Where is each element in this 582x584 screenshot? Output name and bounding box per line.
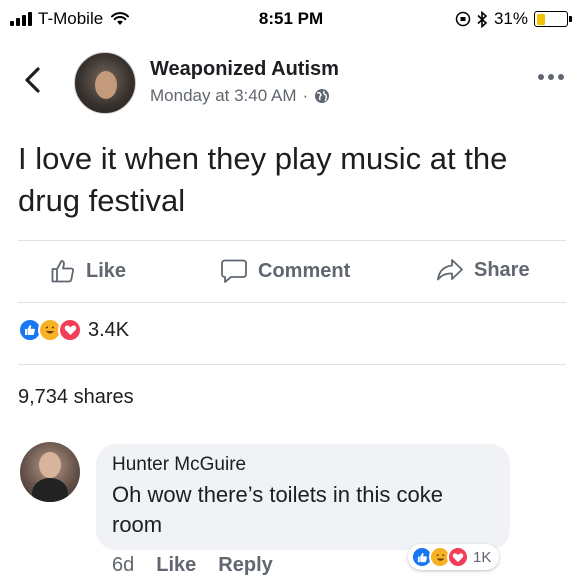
like-label: Like: [86, 259, 127, 282]
post-text: I love it when they play music at the dr…: [18, 141, 508, 218]
battery-percent: 31%: [493, 9, 528, 28]
chevron-left-icon[interactable]: [22, 66, 44, 94]
battery-icon: [534, 11, 572, 27]
comment-like-button[interactable]: Like: [156, 554, 196, 577]
comment-reply-button[interactable]: Reply: [218, 554, 272, 577]
comment-reaction-count: 1K: [473, 548, 492, 566]
commenter-name[interactable]: Hunter McGuire: [112, 454, 494, 476]
reaction-summary[interactable]: 3.4K: [18, 318, 129, 342]
share-arrow-icon: [437, 259, 463, 281]
share-button[interactable]: Share: [436, 258, 530, 282]
share-label: Share: [474, 258, 530, 281]
divider-mid: [18, 302, 566, 303]
bluetooth-icon: [477, 10, 488, 28]
post-actions: Like Comment Share: [0, 250, 582, 296]
comment-text: Oh wow there’s toilets in this coke room: [112, 482, 443, 537]
comment-label: Comment: [258, 259, 351, 282]
commenter-avatar[interactable]: [20, 442, 80, 502]
status-bar-right: 31%: [455, 9, 572, 29]
comment-reaction-summary[interactable]: 1K: [408, 544, 500, 570]
comment-age: 6d: [112, 554, 135, 576]
share-count[interactable]: 9,734 shares: [18, 386, 134, 409]
speech-bubble-icon: [221, 259, 247, 283]
post-header: Weaponized Autism Monday at 3:40 AM ·: [0, 48, 582, 118]
page-name[interactable]: Weaponized Autism: [150, 58, 339, 81]
reaction-count: 3.4K: [88, 318, 130, 341]
comment-button[interactable]: Comment: [220, 258, 350, 284]
post-meta: Monday at 3:40 AM ·: [150, 86, 330, 106]
status-bar: T-Mobile 8:51 PM 31%: [0, 0, 582, 36]
love-reaction-icon: [447, 546, 469, 568]
love-reaction-icon: [58, 318, 82, 342]
thumbs-up-icon: [51, 260, 74, 283]
orientation-lock-icon: [455, 11, 471, 27]
globe-icon: [315, 89, 330, 103]
like-button[interactable]: Like: [50, 258, 126, 284]
divider-bottom: [18, 364, 566, 365]
page-avatar[interactable]: [74, 52, 136, 114]
meta-separator: ·: [302, 86, 309, 105]
divider-top: [18, 240, 566, 241]
comment-footer: 6d Like Reply: [112, 554, 273, 577]
comment-bubble: Hunter McGuire Oh wow there’s toilets in…: [96, 444, 510, 550]
more-horizontal-icon[interactable]: [538, 74, 564, 80]
post-timestamp[interactable]: Monday at 3:40 AM: [150, 86, 296, 106]
